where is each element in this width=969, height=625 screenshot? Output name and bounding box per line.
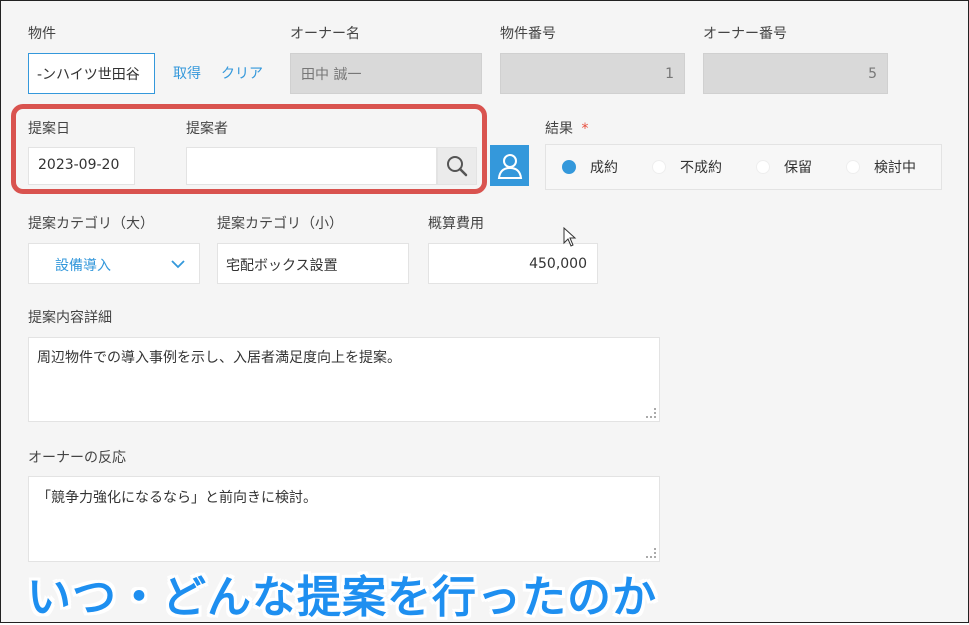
app-window: 物件 -ンハイツ世田谷 取得 クリア オーナー名 田中 誠一 物件番号 1 オー… <box>0 0 969 623</box>
result-option-1[interactable]: 不成約 <box>652 157 722 177</box>
owner-name-field: 田中 誠一 <box>290 53 482 94</box>
result-option-label: 保留 <box>784 160 812 176</box>
owner-number-field: 5 <box>703 53 888 94</box>
result-option-3[interactable]: 検討中 <box>846 157 916 177</box>
property-input[interactable]: -ンハイツ世田谷 <box>28 53 155 94</box>
resize-handle[interactable] <box>646 408 656 418</box>
result-option-label: 検討中 <box>874 160 916 176</box>
result-option-2[interactable]: 保留 <box>756 157 812 177</box>
proposal-detail-value: 周辺物件での導入事例を示し、入居者満足度向上を提案。 <box>37 350 401 366</box>
required-mark: * <box>581 121 589 137</box>
owner-reaction-label: オーナーの反応 <box>28 450 126 466</box>
radio-empty-icon <box>652 160 666 174</box>
category-small-label: 提案カテゴリ（小） <box>217 216 343 232</box>
result-label: 結果 * <box>545 118 588 138</box>
owner-number-value: 5 <box>868 65 877 82</box>
estimated-cost-value: 450,000 <box>529 255 587 272</box>
owner-name-label: オーナー名 <box>290 26 360 42</box>
estimated-cost-input[interactable]: 450,000 <box>428 243 598 284</box>
result-radio-group: 成約 不成約 保留 検討中 <box>545 144 942 190</box>
estimated-cost-label: 概算費用 <box>428 216 484 232</box>
video-caption: いつ・どんな提案を行ったのか <box>27 572 657 623</box>
category-large-label: 提案カテゴリ（大） <box>28 216 154 232</box>
user-icon <box>497 153 522 179</box>
clear-button[interactable]: クリア <box>221 63 263 83</box>
mouse-cursor-icon <box>563 227 577 247</box>
owner-reaction-value: 「競争力強化になるなら」と前向きに検討。 <box>37 490 317 506</box>
category-large-select[interactable]: 設備導入 <box>28 243 200 284</box>
result-option-0[interactable]: 成約 <box>562 157 618 177</box>
highlight-frame <box>11 104 487 194</box>
result-label-text: 結果 <box>545 121 573 137</box>
resize-handle[interactable] <box>646 548 656 558</box>
category-small-input[interactable]: 宅配ボックス設置 <box>217 243 409 284</box>
property-number-label: 物件番号 <box>500 26 556 42</box>
radio-empty-icon <box>756 160 770 174</box>
radio-selected-icon <box>562 160 576 174</box>
category-large-value: 設備導入 <box>55 258 111 274</box>
result-option-label: 成約 <box>590 160 618 176</box>
owner-name-value: 田中 誠一 <box>301 67 362 83</box>
property-input-value: -ンハイツ世田谷 <box>37 67 140 83</box>
result-option-label: 不成約 <box>680 160 722 176</box>
owner-number-label: オーナー番号 <box>703 26 787 42</box>
property-number-value: 1 <box>665 65 674 82</box>
select-user-button[interactable] <box>490 145 529 186</box>
proposal-detail-label: 提案内容詳細 <box>28 310 112 326</box>
property-label: 物件 <box>28 26 56 42</box>
category-small-value: 宅配ボックス設置 <box>226 258 338 274</box>
radio-empty-icon <box>846 160 860 174</box>
owner-reaction-textarea[interactable]: 「競争力強化になるなら」と前向きに検討。 <box>28 476 660 562</box>
chevron-down-icon <box>171 260 185 269</box>
proposal-detail-textarea[interactable]: 周辺物件での導入事例を示し、入居者満足度向上を提案。 <box>28 337 660 422</box>
fetch-button[interactable]: 取得 <box>173 63 201 83</box>
property-number-field: 1 <box>500 53 685 94</box>
